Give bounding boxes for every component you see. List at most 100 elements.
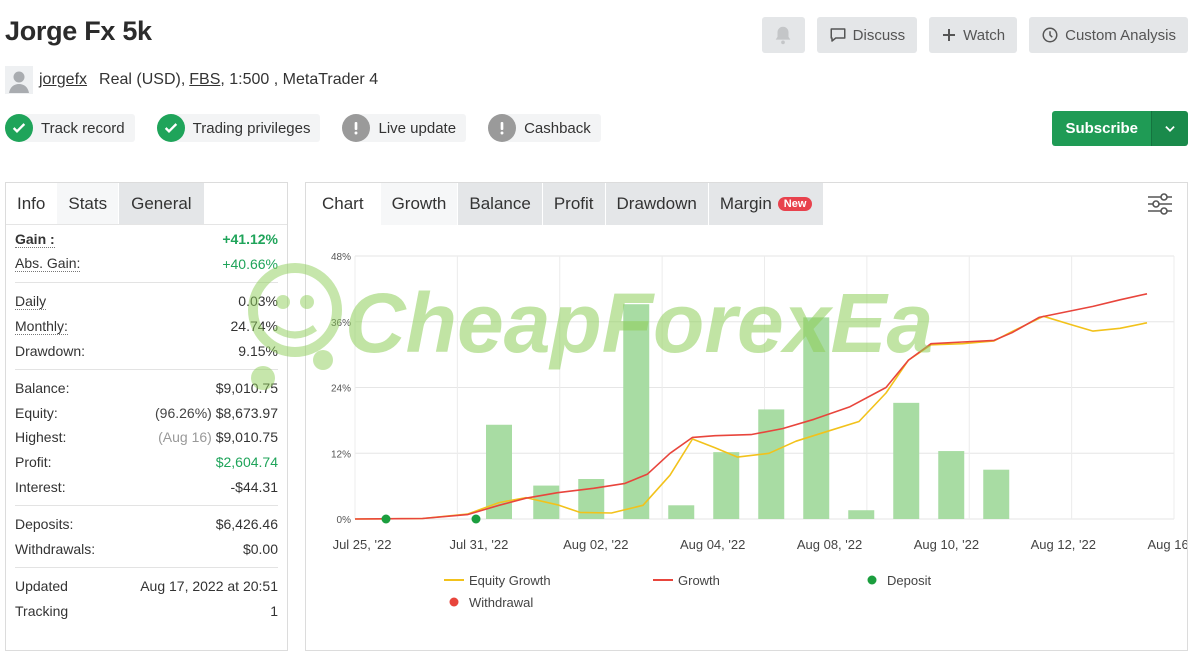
stat-balance: Balance: $9,010.75	[15, 380, 278, 397]
divider	[15, 504, 278, 506]
stat-tracking: Tracking 1	[15, 603, 278, 620]
subscribe-dropdown-button[interactable]	[1151, 111, 1188, 146]
y-tick-label: 36%	[331, 318, 351, 329]
x-tick-label: Aug 12, '22	[1031, 537, 1096, 552]
stats-panel: Info Stats General Gain : +41.12% Abs. Ga…	[5, 182, 288, 651]
page-title: Jorge Fx 5k	[5, 16, 152, 46]
x-tick-label: Aug 04, '22	[680, 537, 745, 552]
tab-margin-label: Margin	[719, 194, 772, 213]
discuss-label: Discuss	[852, 26, 906, 44]
x-tick-label: Aug 10, '22	[914, 537, 979, 552]
deposit-point	[471, 514, 481, 524]
equity-growth-line	[354, 315, 1148, 520]
check-icon	[5, 114, 33, 142]
tab-balance[interactable]: Balance	[458, 183, 543, 225]
legend-withdrawal: Withdrawal	[469, 595, 533, 610]
tab-stats[interactable]: Stats	[57, 183, 120, 224]
tab-general[interactable]: General	[119, 183, 205, 224]
stat-updated: Updated Aug 17, 2022 at 20:51	[15, 578, 278, 595]
legend-equity-growth: Equity Growth	[469, 573, 551, 588]
badge-label: Track record	[41, 119, 125, 137]
stat-drawdown: Drawdown: 9.15%	[15, 342, 278, 359]
y-tick-label: 24%	[331, 384, 351, 395]
account-type: Real (USD),	[99, 71, 186, 88]
stat-monthly: Monthly: 24.74%	[15, 317, 278, 335]
x-tick-label: Jul 31, '22	[449, 537, 508, 552]
deposit-point	[381, 514, 391, 524]
legend-deposit: Deposit	[887, 573, 931, 588]
y-tick-label: 12%	[331, 449, 351, 460]
watch-label: Watch	[963, 26, 1006, 44]
x-tick-label: Aug 08, '22	[797, 537, 862, 552]
stat-daily: Daily 0.03%	[15, 292, 278, 310]
badge-trading-privileges[interactable]: Trading privileges	[156, 114, 321, 142]
badges: Track record Trading privileges Live upd…	[5, 114, 601, 142]
exclamation-icon	[342, 114, 371, 142]
chart-tabs: Chart Growth Balance Profit Drawdown Mar…	[306, 183, 1187, 225]
legend-swatch	[449, 597, 459, 607]
profit-bar	[623, 304, 650, 519]
notifications-button[interactable]	[761, 17, 805, 53]
clock-icon	[1041, 26, 1059, 44]
stat-withdrawals: Withdrawals: $0.00	[15, 540, 278, 557]
stat-profit: Profit: $2,604.74	[15, 454, 278, 471]
divider	[15, 567, 278, 569]
tab-chart: Chart	[306, 183, 381, 225]
username-link[interactable]: jorgefx	[39, 71, 87, 89]
divider	[15, 368, 278, 370]
avatar[interactable]	[5, 66, 33, 94]
x-tick-label: Aug 16, '22	[1147, 537, 1187, 552]
top-actions: Discuss Watch Custom Analysis	[761, 17, 1188, 53]
y-tick-label: 48%	[331, 252, 351, 263]
exclamation-icon	[488, 114, 517, 142]
badge-label: Cashback	[524, 119, 591, 137]
profit-bar	[893, 402, 920, 519]
custom-analysis-button[interactable]: Custom Analysis	[1029, 17, 1188, 53]
tab-growth[interactable]: Growth	[380, 183, 459, 225]
subscribe-button[interactable]: Subscribe	[1052, 111, 1151, 146]
sliders-icon	[1148, 193, 1172, 215]
divider	[15, 282, 278, 284]
stat-interest: Interest: -$44.31	[15, 478, 278, 495]
profit-bar	[848, 510, 875, 519]
stats-tabs: Info Stats General	[6, 183, 287, 225]
subscribe-button-group: Subscribe	[1052, 111, 1188, 146]
growth-line	[354, 293, 1148, 520]
profit-bar	[983, 469, 1010, 519]
stat-gain: Gain : +41.12%	[15, 230, 278, 248]
badge-track-record[interactable]: Track record	[5, 114, 135, 142]
x-tick-label: Jul 25, '22	[333, 537, 392, 552]
check-icon	[156, 114, 185, 142]
y-tick-label: 0%	[337, 515, 352, 526]
legend-swatch	[867, 575, 877, 585]
profit-bar	[713, 452, 740, 519]
tab-margin[interactable]: Margin New	[708, 183, 825, 225]
account-info: jorgefx Real (USD), FBS , 1:500 , MetaTr…	[5, 66, 378, 94]
discuss-button[interactable]: Discuss	[816, 17, 918, 53]
tab-profit[interactable]: Profit	[542, 183, 606, 225]
tab-drawdown[interactable]: Drawdown	[605, 183, 709, 225]
badge-live-update[interactable]: Live update	[342, 114, 467, 142]
stat-deposits: Deposits: $6,426.46	[15, 516, 278, 533]
badge-label: Live update	[378, 119, 457, 137]
stats-list: Gain : +41.12% Abs. Gain: +40.66% Daily 0.0…	[6, 225, 287, 625]
broker-link[interactable]: FBS	[189, 71, 220, 89]
x-tick-label: Aug 02, '22	[563, 537, 628, 552]
profit-bar	[938, 451, 965, 519]
tab-info[interactable]: Info	[6, 183, 58, 224]
new-badge: New	[777, 197, 813, 211]
badge-cashback[interactable]: Cashback	[488, 114, 601, 142]
legend-growth: Growth	[678, 573, 720, 588]
watch-button[interactable]: Watch	[929, 17, 1018, 53]
chart-panel: Chart Growth Balance Profit Drawdown Mar…	[305, 182, 1188, 651]
bell-icon	[775, 26, 791, 45]
badge-label: Trading privileges	[192, 119, 311, 137]
chart-settings-button[interactable]	[1147, 192, 1173, 221]
stat-highest: Highest: (Aug 16) $9,010.75	[15, 429, 278, 446]
profit-bar	[758, 409, 785, 519]
profit-bar	[668, 505, 695, 519]
chevron-down-icon	[1165, 125, 1175, 132]
comment-icon	[829, 26, 847, 44]
custom-analysis-label: Custom Analysis	[1065, 26, 1176, 44]
stat-equity: Equity: (96.26%) $8,673.97	[15, 404, 278, 421]
